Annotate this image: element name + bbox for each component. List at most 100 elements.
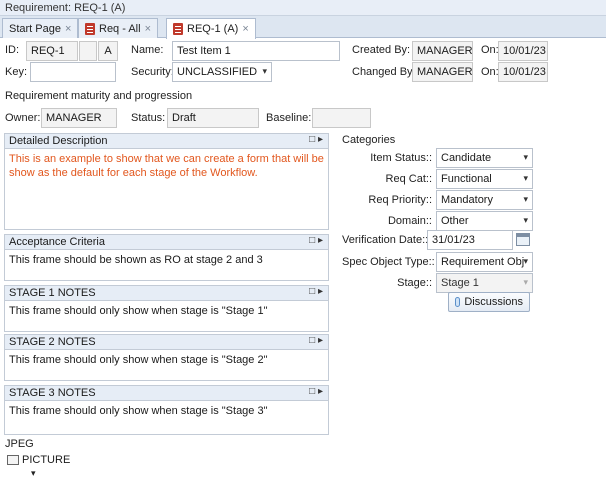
maximize-icon[interactable]: □ ▸ xyxy=(309,134,323,145)
detailed-description-text[interactable]: This is an example to show that we can c… xyxy=(5,149,328,183)
stage-select: Stage 1 ▾ xyxy=(436,273,533,293)
tab-start-page[interactable]: Start Page × xyxy=(2,18,79,38)
owner-field: MANAGER xyxy=(41,108,117,128)
acceptance-criteria-text[interactable]: This frame should be shown as RO at stag… xyxy=(5,250,328,270)
tab-label: REQ-1 (A) xyxy=(187,23,239,35)
stage-3-notes-text[interactable]: This frame should only show when stage i… xyxy=(5,401,328,421)
status-label: Status: xyxy=(131,112,166,124)
tab-label: Req - All xyxy=(99,22,141,35)
key-label: Key: xyxy=(5,66,28,78)
baseline-field xyxy=(312,108,371,128)
spec-object-type-value: Requirement Obj xyxy=(441,256,525,268)
dropdown-arrow-icon: ▾ xyxy=(262,66,267,76)
panel-title: STAGE 3 NOTES xyxy=(9,387,96,399)
item-status-label: Item Status:: xyxy=(370,152,432,164)
baseline-label: Baseline: xyxy=(266,112,312,124)
changed-on-field: 10/01/23 xyxy=(498,62,548,82)
security-select[interactable]: UNCLASSIFIED ▾ xyxy=(172,62,272,82)
verification-date-label: Verification Date:: xyxy=(342,234,429,246)
dropdown-arrow-icon: ▾ xyxy=(523,194,528,204)
document-icon xyxy=(173,23,183,35)
owner-label: Owner: xyxy=(5,112,41,124)
maximize-icon[interactable]: □ ▸ xyxy=(309,235,323,246)
panel-header: Acceptance Criteria □ ▸ xyxy=(5,235,328,250)
dropdown-arrow-icon: ▾ xyxy=(523,256,528,266)
picture-icon xyxy=(7,455,19,465)
stage-label: Stage:: xyxy=(397,277,432,289)
maximize-icon[interactable]: □ ▸ xyxy=(309,335,323,346)
close-icon[interactable]: × xyxy=(242,23,248,35)
tab-label: Start Page xyxy=(9,22,61,35)
domain-value: Other xyxy=(441,215,469,227)
id-extra-field xyxy=(79,41,97,61)
categories-heading: Categories xyxy=(342,134,396,146)
dropdown-arrow-icon: ▾ xyxy=(523,215,528,225)
window-title: Requirement: REQ-1 (A) xyxy=(0,0,606,16)
created-on-field: 10/01/23 xyxy=(498,41,548,61)
panel-title: Detailed Description xyxy=(9,135,108,147)
tab-req-1[interactable]: REQ-1 (A) × xyxy=(166,18,256,39)
stage-value: Stage 1 xyxy=(441,277,479,289)
item-status-select[interactable]: Candidate ▾ xyxy=(436,148,533,168)
req-cat-label: Req Cat:: xyxy=(385,173,432,185)
tab-strip: Start Page × Req - All × REQ-1 (A) × xyxy=(0,16,606,39)
acceptance-criteria-panel: Acceptance Criteria □ ▸ This frame shoul… xyxy=(4,234,329,281)
revision-field: A xyxy=(98,41,118,61)
created-by-field: MANAGER xyxy=(412,41,473,61)
changed-on-label: On: xyxy=(481,66,499,78)
name-label: Name: xyxy=(131,44,164,56)
chat-bubble-icon xyxy=(455,297,461,307)
close-icon[interactable]: × xyxy=(145,23,151,35)
panel-header: Detailed Description □ ▸ xyxy=(5,134,328,149)
id-field: REQ-1 xyxy=(26,41,78,61)
panel-header: STAGE 2 NOTES □ ▸ xyxy=(5,335,328,350)
name-input[interactable]: Test Item 1 xyxy=(172,41,340,61)
created-on-label: On: xyxy=(481,44,499,56)
maturity-heading: Requirement maturity and progression xyxy=(5,90,193,102)
spec-object-type-label: Spec Object Type:: xyxy=(342,256,435,268)
req-priority-value: Mandatory xyxy=(441,194,493,206)
maximize-icon[interactable]: □ ▸ xyxy=(309,386,323,397)
calendar-icon[interactable] xyxy=(516,233,530,246)
verification-date-input[interactable]: 31/01/23 xyxy=(427,230,513,250)
document-icon xyxy=(85,22,95,35)
req-cat-select[interactable]: Functional ▾ xyxy=(436,169,533,189)
domain-label: Domain:: xyxy=(387,215,432,227)
created-by-label: Created By: xyxy=(352,44,411,56)
req-priority-label: Req Priority:: xyxy=(368,194,432,206)
security-value: UNCLASSIFIED xyxy=(177,66,258,78)
tab-req-all[interactable]: Req - All × xyxy=(78,18,159,38)
dropdown-arrow-icon: ▾ xyxy=(523,152,528,162)
panel-header: STAGE 1 NOTES □ ▸ xyxy=(5,286,328,301)
req-priority-select[interactable]: Mandatory ▾ xyxy=(436,190,533,210)
picture-field[interactable]: PICTURE xyxy=(7,454,70,466)
stage-1-notes-text[interactable]: This frame should only show when stage i… xyxy=(5,301,328,321)
detailed-description-panel: Detailed Description □ ▸ This is an exam… xyxy=(4,133,329,230)
jpeg-heading: JPEG xyxy=(5,438,34,450)
dropdown-arrow-icon: ▾ xyxy=(523,173,528,183)
maximize-icon[interactable]: □ ▸ xyxy=(309,286,323,297)
discussions-button[interactable]: Discussions xyxy=(448,292,530,312)
stage-2-notes-panel: STAGE 2 NOTES □ ▸ This frame should only… xyxy=(4,334,329,381)
panel-title: STAGE 1 NOTES xyxy=(9,287,96,299)
discussions-label: Discussions xyxy=(464,296,523,308)
panel-title: STAGE 2 NOTES xyxy=(9,336,96,348)
stage-2-notes-text[interactable]: This frame should only show when stage i… xyxy=(5,350,328,370)
item-status-value: Candidate xyxy=(441,152,492,164)
id-label: ID: xyxy=(5,44,20,56)
req-cat-value: Functional xyxy=(441,173,492,185)
security-label: Security: xyxy=(131,66,174,78)
close-icon[interactable]: × xyxy=(65,23,71,35)
stage-3-notes-panel: STAGE 3 NOTES □ ▸ This frame should only… xyxy=(4,385,329,435)
panel-title: Acceptance Criteria xyxy=(9,236,105,248)
picture-label: PICTURE xyxy=(22,454,71,466)
changed-by-field: MANAGER xyxy=(412,62,473,82)
spec-object-type-select[interactable]: Requirement Obj ▾ xyxy=(436,252,533,272)
status-field: Draft xyxy=(167,108,259,128)
domain-select[interactable]: Other ▾ xyxy=(436,211,533,231)
dropdown-arrow-icon[interactable]: ▾ xyxy=(31,468,36,479)
key-input[interactable] xyxy=(30,62,116,82)
dropdown-arrow-icon: ▾ xyxy=(523,277,528,287)
panel-header: STAGE 3 NOTES □ ▸ xyxy=(5,386,328,401)
stage-1-notes-panel: STAGE 1 NOTES □ ▸ This frame should only… xyxy=(4,285,329,332)
